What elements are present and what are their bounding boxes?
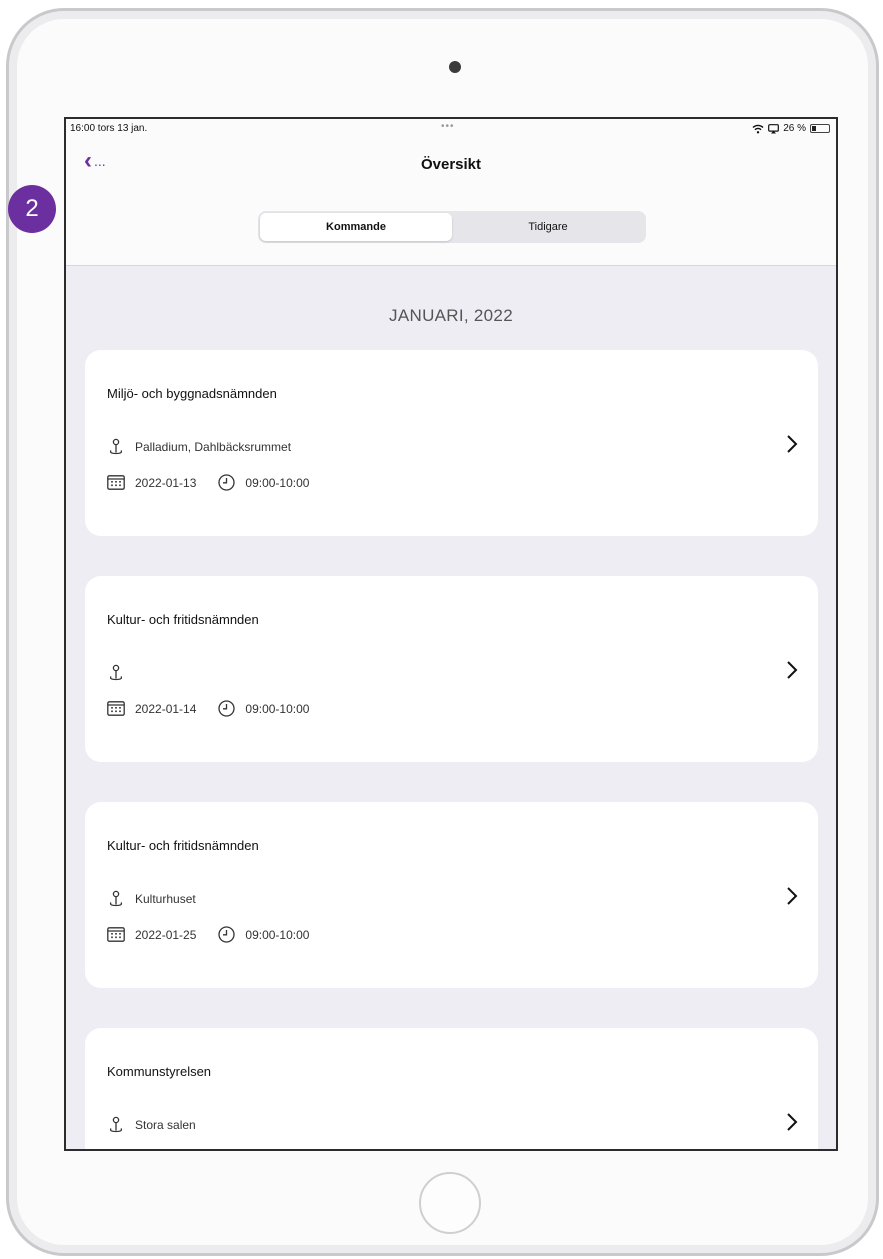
chevron-right-icon[interactable]	[786, 660, 798, 680]
meeting-date: 2022-01-13	[135, 475, 197, 490]
step-badge: 2	[8, 185, 56, 233]
app-screen: 16:00 tors 13 jan. ••• 26 % ‹ ... Översi…	[64, 117, 838, 1151]
meeting-time: 09:00-10:00	[245, 701, 310, 716]
chevron-right-icon[interactable]	[786, 886, 798, 906]
calendar-icon	[107, 927, 125, 942]
wifi-icon	[752, 124, 764, 133]
navigation-bar: ‹ ... Översikt Kommande Tidigare	[66, 141, 836, 266]
meeting-title: Kommunstyrelsen	[107, 1064, 212, 1079]
meeting-datetime-row: 2022-01-14 09:00-10:00	[107, 700, 309, 717]
screen-mirroring-icon	[768, 123, 780, 133]
home-button[interactable]	[419, 1172, 481, 1234]
meeting-location: Palladium, Dahlbäcksrummet	[135, 440, 292, 454]
chevron-right-icon[interactable]	[786, 1112, 798, 1132]
month-header: JANUARI, 2022	[389, 306, 513, 325]
multitasking-dots[interactable]: •••	[441, 121, 455, 132]
meeting-location-row: Stora salen	[107, 1116, 196, 1134]
location-pin-icon	[109, 664, 123, 681]
clock-icon	[218, 700, 236, 717]
tab-tidigare[interactable]: Tidigare	[452, 213, 644, 241]
page-title: Översikt	[420, 156, 482, 173]
segmented-control: Kommande Tidigare	[258, 211, 646, 243]
status-indicators: 26 %	[752, 123, 830, 134]
front-camera	[449, 61, 461, 73]
tab-kommande[interactable]: Kommande	[260, 213, 452, 241]
meeting-datetime-row: 2022-01-25 09:00-10:00	[107, 926, 309, 943]
meeting-location-row: Palladium, Dahlbäcksrummet	[107, 438, 291, 456]
meeting-location: Stora salen	[135, 1118, 196, 1132]
battery-icon	[810, 124, 830, 133]
meeting-location: Kulturhuset	[135, 892, 196, 906]
meeting-date: 2022-01-14	[135, 701, 197, 716]
clock-icon	[218, 474, 236, 491]
meeting-card[interactable]: Kommunstyrelsen Stora salen	[85, 1028, 818, 1149]
meeting-title: Kultur- och fritidsnämnden	[107, 612, 259, 627]
clock-icon	[218, 926, 236, 943]
calendar-icon	[107, 701, 125, 716]
meeting-card[interactable]: Miljö- och byggnadsnämnden Palladium, Da…	[85, 350, 818, 536]
meeting-location-row	[107, 664, 135, 682]
chevron-right-icon[interactable]	[786, 434, 798, 454]
location-pin-icon	[109, 438, 123, 455]
meeting-list: JANUARI, 2022 Miljö- och byggnadsnämnden…	[66, 266, 836, 1149]
meeting-datetime-row: 2022-01-13 09:00-10:00	[107, 474, 309, 491]
location-pin-icon	[109, 1116, 123, 1133]
battery-percent: 26 %	[783, 123, 806, 134]
meeting-card[interactable]: Kultur- och fritidsnämnden Kulturhuset 2…	[85, 802, 818, 988]
meeting-time: 09:00-10:00	[245, 927, 310, 942]
meeting-date: 2022-01-25	[135, 927, 197, 942]
meeting-title: Kultur- och fritidsnämnden	[107, 838, 259, 853]
location-pin-icon	[109, 890, 123, 907]
status-time: 16:00 tors 13 jan.	[70, 123, 148, 134]
meeting-card[interactable]: Kultur- och fritidsnämnden 2022-01-14 09…	[85, 576, 818, 762]
meeting-location-row: Kulturhuset	[107, 890, 196, 908]
meeting-title: Miljö- och byggnadsnämnden	[107, 386, 277, 401]
meeting-time: 09:00-10:00	[245, 475, 310, 490]
status-bar: 16:00 tors 13 jan. ••• 26 %	[66, 119, 836, 141]
calendar-icon	[107, 475, 125, 490]
